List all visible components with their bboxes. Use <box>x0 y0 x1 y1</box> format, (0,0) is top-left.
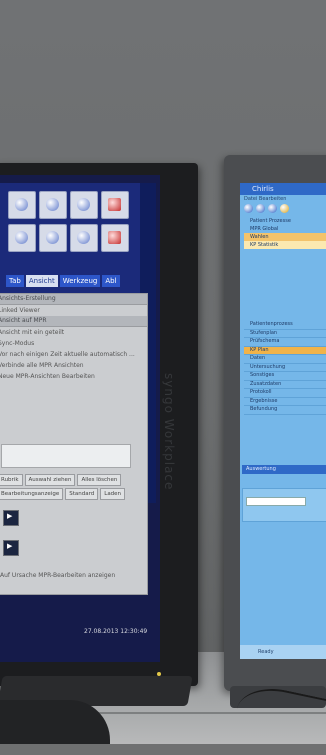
dialog-footer-option[interactable]: Auf Ursache MPR-Bearbeiten anzeigen <box>0 570 118 581</box>
folder-icon[interactable] <box>280 204 289 213</box>
bezel-brand-text: syngo Workplace <box>162 373 176 491</box>
dialog-section: Ansicht auf MPR <box>0 316 147 327</box>
menu-bar[interactable]: Datei Bearbeiten <box>240 195 326 203</box>
back-icon[interactable] <box>244 204 253 213</box>
dialog-option[interactable]: Neue MPR-Ansichten Bearbeiten <box>0 371 147 382</box>
tool-icon[interactable] <box>39 224 67 252</box>
toolbar <box>244 204 289 213</box>
dialog-button-row: Bearbeitungsanzeige Standard Laden <box>0 488 126 500</box>
tree-item[interactable]: Patient Prozesse <box>244 217 326 225</box>
list-item[interactable]: Zusatzdaten <box>244 381 326 389</box>
tool-icon-grid <box>8 191 129 252</box>
tree-item[interactable]: KP Statistik <box>244 241 326 249</box>
list-item[interactable]: Befundung <box>244 406 326 415</box>
search-input[interactable] <box>246 497 306 506</box>
forward-icon[interactable] <box>256 204 265 213</box>
dialog-button[interactable]: Laden <box>100 488 126 500</box>
tool-icon[interactable] <box>39 191 67 219</box>
right-monitor: Chirlis Datei Bearbeiten Patient Prozess… <box>224 155 326 691</box>
list-item-highlighted[interactable]: KP Plan <box>244 346 326 355</box>
list-item[interactable]: Stufenplan <box>244 330 326 338</box>
dialog-option[interactable]: Ansicht mit ein geteilt <box>0 327 147 338</box>
tab[interactable]: Werkzeug <box>59 275 101 287</box>
tool-icon[interactable] <box>70 191 98 219</box>
section-header: Auswertung <box>242 465 326 474</box>
dialog-option[interactable]: Vor nach einigen Zeit aktuelle automatis… <box>0 349 147 360</box>
left-screen: Tab Ansicht Werkzeug Abl Ansichts-Erstel… <box>0 175 160 662</box>
dialog-button[interactable]: Alles löschen <box>77 474 122 486</box>
pointer-tool-button[interactable] <box>3 510 19 526</box>
dialog-text-field[interactable] <box>1 444 131 468</box>
dialog-button-row: Rubrik Auswahl ziehen Alles löschen <box>0 474 122 486</box>
list-item[interactable]: Sonstiges <box>244 372 326 381</box>
image-tool-button[interactable] <box>3 540 19 556</box>
dialog-option[interactable]: Sync-Modus <box>0 338 147 349</box>
window-title: Chirlis <box>240 183 326 195</box>
tool-icon[interactable] <box>101 191 129 219</box>
tab[interactable]: Tab <box>6 275 24 287</box>
tool-icon[interactable] <box>8 224 36 252</box>
navigation-tree: Patient Prozesse MPR Global Wahlen KP St… <box>244 217 326 249</box>
tab-bar: Tab Ansicht Werkzeug Abl <box>6 275 120 287</box>
list-item[interactable]: Prüfschema <box>244 338 326 347</box>
tool-icon[interactable] <box>70 224 98 252</box>
status-bar: Ready <box>240 645 326 659</box>
dialog-header: Ansichts-Erstellung <box>0 294 147 305</box>
list-item[interactable]: Patientenprozess <box>244 321 326 330</box>
list-item[interactable]: Untersuchung <box>244 364 326 372</box>
dialog-option[interactable]: Verbinde alle MPR Ansichten <box>0 360 147 371</box>
refresh-icon[interactable] <box>268 204 277 213</box>
list-item[interactable]: Ergebnisse <box>244 398 326 406</box>
tab-active[interactable]: Ansicht <box>25 275 58 287</box>
dialog-option[interactable]: Linked Viewer <box>0 305 147 316</box>
dialog-button[interactable]: Auswahl ziehen <box>24 474 76 486</box>
tab[interactable]: Abl <box>102 275 120 287</box>
dialog-button[interactable]: Bearbeitungsanzeige <box>0 488 64 500</box>
tool-icon[interactable] <box>8 191 36 219</box>
list-item[interactable]: Daten <box>244 355 326 364</box>
settings-dialog: Ansichts-Erstellung Linked Viewer Ansich… <box>0 293 148 595</box>
left-monitor: Tab Ansicht Werkzeug Abl Ansichts-Erstel… <box>0 163 198 686</box>
tree-item-selected[interactable]: Wahlen <box>244 233 326 241</box>
tool-icon[interactable] <box>101 224 129 252</box>
clock-readout: 27.08.2013 12:30:49 <box>84 628 148 635</box>
tree-item[interactable]: MPR Global <box>244 225 326 233</box>
right-screen: Chirlis Datei Bearbeiten Patient Prozess… <box>240 183 326 659</box>
list-item[interactable]: Protokoll <box>244 389 326 398</box>
item-list: Patientenprozess Stufenplan Prüfschema K… <box>244 321 326 415</box>
dialog-button[interactable]: Rubrik <box>0 474 23 486</box>
dialog-button[interactable]: Standard <box>65 488 99 500</box>
